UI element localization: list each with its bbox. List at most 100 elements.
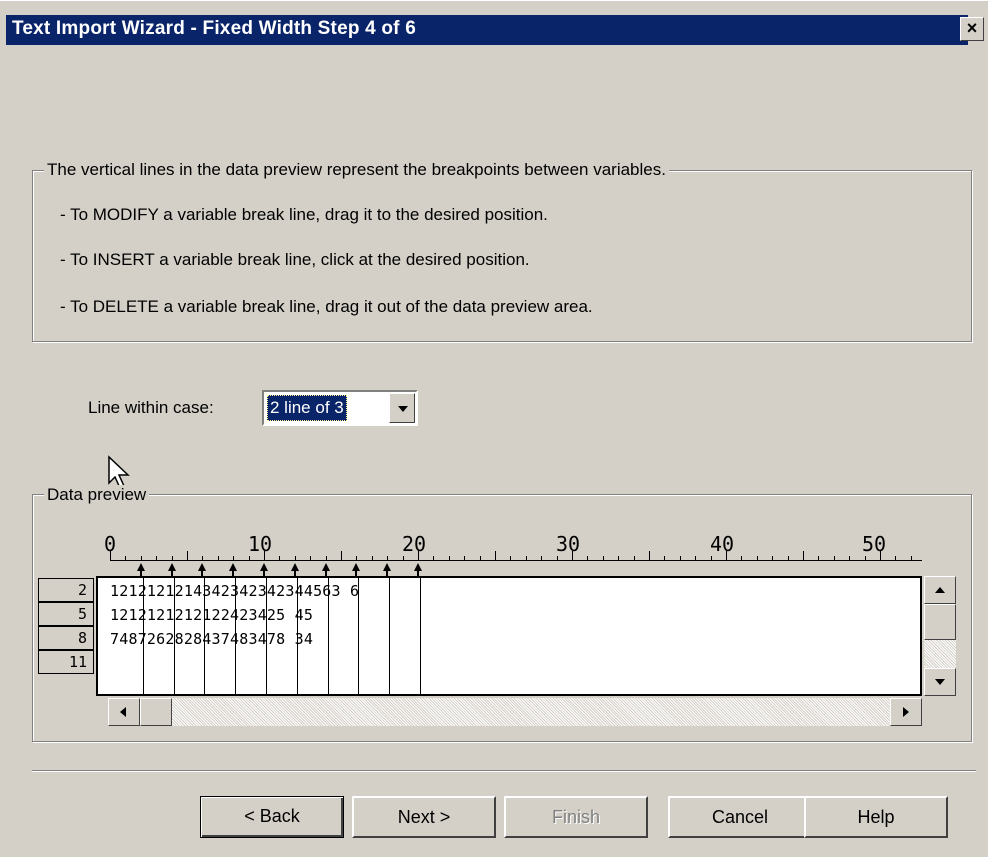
ruler-tick: [433, 556, 435, 560]
ruler-tick: [264, 551, 265, 560]
ruler-tick: [110, 551, 111, 560]
scroll-right-button[interactable]: [890, 698, 922, 726]
chevron-down-icon: [935, 679, 945, 685]
ruler-tick: [556, 556, 558, 560]
ruler-tick: [294, 556, 296, 560]
finish-button[interactable]: Finish: [504, 796, 648, 838]
scroll-left-button[interactable]: [108, 698, 140, 726]
break-line[interactable]: [389, 578, 391, 694]
break-line[interactable]: [327, 578, 329, 694]
ruler-tick: [202, 556, 204, 560]
row-header: 11: [38, 650, 94, 674]
title-bar: Text Import Wizard - Fixed Width Step 4 …: [0, 0, 988, 45]
break-line[interactable]: [266, 578, 267, 694]
ruler-tick: [910, 556, 912, 560]
ruler-tick: [341, 551, 342, 560]
ruler-tick: [233, 556, 235, 560]
info-line-delete: - To DELETE a variable break line, drag …: [60, 297, 593, 316]
ruler-tick: [387, 556, 389, 560]
ruler-tick: [171, 556, 173, 560]
break-line[interactable]: [142, 578, 144, 694]
data-row: 1212121212122423425 45: [110, 606, 314, 624]
row-header: 5: [38, 602, 94, 626]
ruler-tick: [418, 551, 419, 560]
ruler-tick: [726, 551, 727, 560]
ruler-label: 30: [556, 532, 581, 556]
ruler-tick: [325, 556, 327, 560]
scroll-down-button[interactable]: [924, 668, 956, 696]
ruler-tick: [618, 556, 620, 560]
ruler-tick: [664, 556, 666, 560]
row-header: 8: [38, 626, 94, 650]
data-preview-label: Data preview: [44, 485, 150, 505]
ruler-tick: [279, 556, 281, 560]
ruler-tick: [818, 556, 820, 560]
help-button[interactable]: Help: [804, 796, 948, 838]
ruler-tick: [140, 556, 142, 560]
window-title: Text Import Wizard - Fixed Width Step 4 …: [12, 18, 416, 39]
ruler-tick: [217, 556, 219, 560]
ruler-tick: [125, 556, 127, 560]
ruler-tick: [633, 556, 635, 560]
back-button[interactable]: < Back: [200, 796, 344, 838]
info-line-insert: - To INSERT a variable break line, click…: [60, 250, 530, 269]
ruler-tick: [541, 556, 543, 560]
close-icon: ×: [966, 18, 978, 38]
data-row: 7487262828437483478 34: [110, 630, 314, 648]
ruler-tick: [402, 556, 404, 560]
separator: [32, 770, 976, 772]
ruler-tick: [833, 556, 835, 560]
ruler-tick: [803, 551, 804, 560]
ruler-tick: [248, 556, 250, 560]
ruler-tick: [187, 551, 188, 560]
chevron-left-icon: [120, 707, 126, 717]
ruler-tick: [448, 556, 450, 560]
ruler-tick: [649, 551, 650, 560]
ruler-tick: [772, 556, 774, 560]
vertical-scroll-thumb[interactable]: [924, 604, 956, 640]
ruler-tick: [880, 551, 881, 560]
cancel-button[interactable]: Cancel: [668, 796, 812, 838]
ruler-tick: [356, 556, 358, 560]
ruler-tick: [756, 556, 758, 560]
next-button[interactable]: Next >: [352, 796, 496, 838]
ruler-tick: [525, 556, 527, 560]
break-line[interactable]: [358, 578, 360, 694]
break-line[interactable]: [204, 578, 206, 694]
break-line[interactable]: [420, 578, 421, 694]
ruler-tick: [710, 556, 712, 560]
close-button[interactable]: ×: [960, 17, 984, 41]
ruler-tick: [156, 556, 158, 560]
ruler-tick: [602, 556, 604, 560]
break-line[interactable]: [296, 578, 298, 694]
ruler-tick: [587, 556, 589, 560]
ruler-tick: [679, 556, 681, 560]
ruler-tick: [495, 551, 496, 560]
horizontal-scroll-thumb[interactable]: [140, 698, 172, 726]
row-header: 2: [38, 578, 94, 602]
horizontal-scrollbar[interactable]: [108, 698, 922, 726]
ruler-tick: [787, 556, 789, 560]
dropdown-button[interactable]: [389, 393, 415, 423]
break-line[interactable]: [235, 578, 237, 694]
scroll-up-button[interactable]: [924, 576, 956, 604]
line-within-case-label: Line within case:: [88, 398, 214, 417]
ruler-tick: [510, 556, 512, 560]
ruler-tick: [310, 556, 312, 560]
ruler-tick: [371, 556, 373, 560]
data-preview-grid[interactable]: 1212121214342342342344563 6 121212121212…: [96, 576, 922, 696]
info-line-modify: - To MODIFY a variable break line, drag …: [60, 205, 548, 224]
ruler-label: 10: [248, 532, 273, 556]
chevron-down-icon: [398, 406, 408, 412]
line-within-case-value: 2 line of 3: [267, 395, 347, 421]
ruler-tick: [572, 551, 573, 560]
ruler-tick: [895, 556, 897, 560]
ruler-tick: [479, 556, 481, 560]
break-line[interactable]: [173, 578, 175, 694]
ruler-baseline: [110, 560, 922, 561]
line-within-case-combo[interactable]: 2 line of 3: [262, 390, 418, 426]
ruler-tick: [695, 556, 697, 560]
chevron-right-icon: [903, 707, 909, 717]
chevron-up-icon: [935, 587, 945, 593]
ruler-label: 50: [862, 532, 887, 556]
